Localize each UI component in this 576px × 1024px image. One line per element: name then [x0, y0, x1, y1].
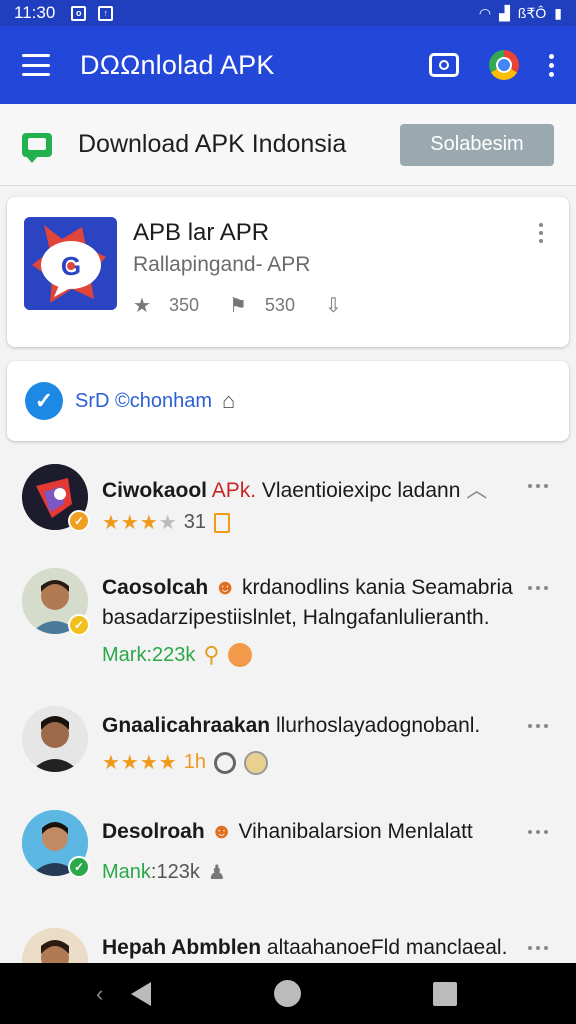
subheader: Download APK Indonsia Solabesim: [0, 104, 576, 186]
overflow-menu-icon[interactable]: [549, 53, 554, 77]
status-bar: 11:30 o ↑ ◠ ▟ ß₹Ô ▮: [0, 0, 576, 26]
list-item[interactable]: Gnaalicahraakan llurhoslayadognobanl. ★★…: [0, 706, 576, 796]
battery-icon: ▮: [554, 4, 562, 21]
badge-icon: ✓: [68, 510, 90, 532]
rating-stars: ★★★★: [102, 512, 178, 534]
item-title: Ciwokaool APk. Vlaentioiexipc ladann ︿: [102, 479, 488, 502]
share-icon[interactable]: ⌂: [222, 388, 235, 414]
item-title: Caosolcah ☻ krdanodlins kania Seamabria: [102, 576, 513, 599]
row-menu-icon[interactable]: [528, 946, 548, 950]
camera-icon[interactable]: [429, 53, 459, 77]
item-time: 1h: [183, 751, 206, 773]
download-icon[interactable]: ⇩: [325, 293, 342, 318]
chrome-icon[interactable]: [489, 50, 519, 80]
item-count: :223k: [146, 643, 196, 666]
reaction-icon[interactable]: [227, 643, 252, 667]
verified-icon: ✓: [25, 382, 63, 420]
badge-icon: ✓: [68, 856, 90, 878]
app-card-title: APB lar APR: [133, 219, 270, 246]
home-button[interactable]: [274, 980, 301, 1007]
item-meta: ★★★★ 1h: [102, 750, 268, 775]
system-nav-bar: ‹: [0, 963, 576, 1024]
person-icon[interactable]: ♟: [208, 860, 226, 885]
rating-count: 31: [183, 511, 206, 533]
app-title: DΩΩnlolad APK: [80, 49, 275, 80]
status-right: ◠ ▟ ß₹Ô ▮: [479, 5, 562, 22]
notification-icon: o: [71, 5, 87, 21]
avatar: [22, 706, 88, 772]
link-text[interactable]: SrD ©chonham: [75, 390, 212, 413]
signal-icon: ▟: [499, 4, 510, 21]
wifi-icon: ◠: [478, 4, 492, 21]
comment-icon[interactable]: [213, 751, 236, 774]
app-card-subtitle: Rallapingand- APR: [133, 253, 311, 276]
avatar: ✓: [22, 568, 90, 636]
star-icon: ★: [133, 295, 151, 317]
list-item[interactable]: ✓ Ciwokaool APk. Vlaentioiexipc ladann ︿…: [0, 464, 576, 554]
list-item[interactable]: Hepah Abmblen altaahanoeFld manclaeal.: [0, 928, 576, 994]
item-meta: Mark :223k ⚲: [102, 642, 252, 668]
card-overflow-icon[interactable]: [539, 223, 543, 243]
back-button[interactable]: [131, 981, 151, 1006]
avatar: ✓: [22, 810, 90, 878]
item-title: Hepah Abmblen altaahanoeFld manclaeal.: [102, 936, 508, 959]
status-carrier: ß₹Ô: [517, 4, 547, 21]
item-description: basadarzipestiislnlet, Halngafanlulieran…: [102, 606, 490, 629]
notification-icon-2: ↑: [98, 5, 114, 21]
subheader-title: Download APK Indonsia: [78, 130, 347, 158]
recents-button[interactable]: [433, 981, 457, 1006]
app-card[interactable]: G APB lar APR Rallapingand- APR ★ 350 ⚑ …: [7, 197, 569, 347]
app-logo-icon: G: [24, 217, 117, 310]
flag-icon: ⚑: [228, 295, 247, 317]
key-icon[interactable]: ⚲: [203, 642, 219, 668]
avatar: ✓: [22, 464, 90, 532]
link-card[interactable]: ✓ SrD ©chonham ⌂: [7, 361, 569, 441]
menu-icon[interactable]: [22, 54, 50, 76]
item-tag: Mank: [102, 861, 151, 883]
app-card-stats: ★ 350 ⚑ 530 ⇩: [133, 293, 360, 318]
item-meta: ★★★★ 31: [102, 510, 230, 535]
chat-icon: [22, 132, 52, 163]
item-meta: Mank :123k ♟: [102, 860, 226, 885]
item-title: Desolroah ☻ Vihanibalarsion Menlalatt: [102, 820, 473, 843]
item-count: :123k: [150, 861, 200, 883]
app-card-stat-downloads: 530: [264, 295, 295, 315]
app-actions: [429, 50, 554, 80]
rating-stars: ★★★★: [102, 752, 178, 774]
subheader-button[interactable]: Solabesim: [400, 123, 554, 166]
row-menu-icon[interactable]: [528, 724, 548, 728]
badge-icon: ✓: [68, 614, 90, 636]
bookmark-icon[interactable]: [213, 512, 230, 533]
row-menu-icon[interactable]: [528, 830, 548, 834]
row-menu-icon[interactable]: [528, 586, 548, 590]
app-card-stat-rating: 350: [168, 295, 199, 315]
item-title: Gnaalicahraakan llurhoslayadognobanl.: [102, 714, 481, 737]
row-menu-icon[interactable]: [528, 484, 548, 488]
list-item[interactable]: ✓ Caosolcah ☻ krdanodlins kania Seamabri…: [0, 568, 576, 678]
chevron-left-icon[interactable]: ‹: [96, 981, 103, 1007]
app-bar: DΩΩnlolad APK: [0, 26, 576, 104]
item-tag: Mark: [102, 643, 147, 666]
list-item[interactable]: ✓ Desolroah ☻ Vihanibalarsion Menlalatt …: [0, 810, 576, 900]
emoji-icon[interactable]: [243, 750, 268, 775]
status-time: 11:30: [14, 3, 56, 22]
